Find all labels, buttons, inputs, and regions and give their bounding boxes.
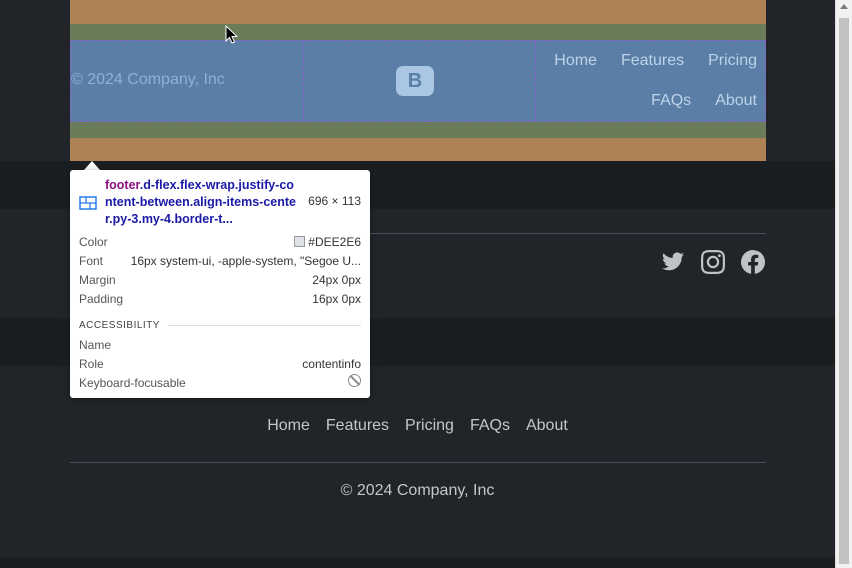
padding-overlay-bottom [70,122,766,138]
font-label: Font [79,254,104,268]
vertical-scrollbar[interactable] [835,0,852,568]
footer-copyright: © 2024 Company, Inc [71,71,225,88]
social-links [661,250,765,274]
color-value: #DEE2E6 [308,235,361,249]
nav-link-about[interactable]: About [526,416,568,436]
nav-link-pricing[interactable]: Pricing [405,416,454,436]
scroll-up-icon[interactable] [840,4,848,9]
nav-link-pricing[interactable]: Pricing [708,51,757,71]
element-dimensions: 696 × 113 [308,194,361,208]
font-value: 16px system-ui, -apple-system, "Segoe U.… [130,254,361,268]
focusable-label: Keyboard-focusable [79,376,186,390]
footer-border [70,462,766,463]
column-divider [303,41,304,121]
section-divider-band [0,558,835,568]
nav-link-features[interactable]: Features [621,51,684,71]
footer-nav: Home Features Pricing FAQs About [537,51,757,111]
nav-link-home[interactable]: Home [554,51,597,71]
padding-overlay-top [70,24,766,40]
margin-label: Margin [79,273,116,287]
nav-link-faqs[interactable]: FAQs [470,416,510,436]
nav-link-faqs[interactable]: FAQs [651,91,691,111]
not-focusable-icon [348,374,361,387]
highlighted-footer: © 2024 Company, Inc B Home Features Pric… [70,40,766,122]
facebook-icon[interactable] [741,250,765,274]
footer-nav-centered: Home Features Pricing FAQs About [0,416,835,436]
color-swatch [294,236,306,247]
margin-value: 24px 0px [312,273,361,287]
name-label: Name [79,338,112,352]
accessibility-heading: ACCESSIBILITY [79,320,160,331]
color-label: Color [79,235,108,249]
nav-link-home[interactable]: Home [267,416,310,436]
margin-overlay-top [70,0,766,24]
mouse-cursor-icon [225,25,238,44]
tooltip-arrow [84,161,100,170]
instagram-icon[interactable] [701,250,725,274]
role-value: contentinfo [302,357,361,371]
nav-link-about[interactable]: About [715,91,757,111]
flex-container-icon [79,196,97,210]
footer-copyright: © 2024 Company, Inc [340,482,495,499]
scrollbar-thumb[interactable] [839,18,849,564]
section-rule [167,325,361,326]
inspect-tooltip: footer.d-flex.flex-wrap.justify-content-… [70,170,370,398]
column-divider [535,41,536,121]
twitter-icon[interactable] [661,250,685,274]
bootstrap-logo[interactable]: B [396,66,434,96]
padding-value: 16px 0px [312,292,361,306]
margin-overlay-bottom [70,138,766,161]
role-label: Role [79,357,104,371]
element-selector: footer.d-flex.flex-wrap.justify-content-… [105,178,296,226]
padding-label: Padding [79,292,124,306]
nav-link-features[interactable]: Features [326,416,389,436]
